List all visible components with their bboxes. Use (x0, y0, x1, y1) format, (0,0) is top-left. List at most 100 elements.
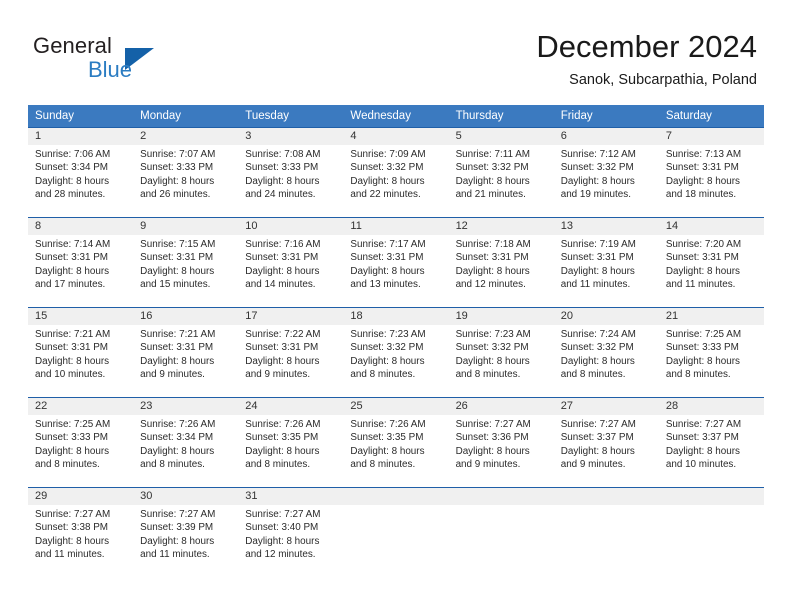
sunset-text: Sunset: 3:33 PM (665, 342, 739, 354)
weekday-header-sunday: Sunday (35, 110, 75, 122)
day-cell[interactable]: 19 Sunrise: 7:23 AM Sunset: 3:32 PM Dayligh… (448, 308, 554, 397)
sunrise-text: Sunrise: 7:19 AM (560, 239, 636, 250)
day-info: Sunrise: 7:13 AM Sunset: 3:31 PM Daylight:… (659, 145, 764, 202)
day-cell[interactable]: 23 Sunrise: 7:26 AM Sunset: 3:34 PM Dayligh… (133, 398, 239, 487)
weekday-header-friday: Friday (560, 110, 593, 122)
day-number: 1 (28, 128, 134, 145)
daylight-text-line2: and 8 minutes. (350, 459, 416, 471)
sunrise-text: Sunrise: 7:08 AM (245, 149, 321, 160)
daylight-text-line2: and 8 minutes. (140, 459, 205, 471)
sunset-text: Sunset: 3:34 PM (35, 162, 109, 174)
day-cell[interactable]: 3 Sunrise: 7:08 AM Sunset: 3:33 PM Daylight… (238, 128, 344, 217)
day-cell[interactable]: 7 Sunrise: 7:13 AM Sunset: 3:31 PM Daylight… (658, 128, 764, 217)
daylight-text-line2: and 17 minutes. (35, 279, 106, 291)
day-cell[interactable]: 29 Sunrise: 7:27 AM Sunset: 3:38 PM Dayligh… (28, 488, 134, 577)
sunrise-text: Sunrise: 7:09 AM (350, 149, 426, 160)
daylight-text-line1: Daylight: 8 hours (560, 175, 635, 187)
day-cell[interactable]: 8 Sunrise: 7:14 AM Sunset: 3:31 PM Daylight… (28, 218, 134, 307)
day-info: Sunrise: 7:19 AM Sunset: 3:31 PM Daylight:… (554, 235, 659, 292)
sunrise-text: Sunrise: 7:21 AM (35, 329, 111, 340)
daylight-text-line1: Daylight: 8 hours (140, 445, 215, 457)
day-cell[interactable]: 15 Sunrise: 7:21 AM Sunset: 3:31 PM Dayligh… (28, 308, 134, 397)
day-cell[interactable]: 20 Sunrise: 7:24 AM Sunset: 3:32 PM Dayligh… (553, 308, 659, 397)
day-cell[interactable]: 9 Sunrise: 7:15 AM Sunset: 3:31 PM Daylight… (133, 218, 239, 307)
day-info: Sunrise: 7:27 AM Sunset: 3:37 PM Daylight:… (659, 415, 764, 472)
day-cell[interactable]: 17 Sunrise: 7:22 AM Sunset: 3:31 PM Dayligh… (238, 308, 344, 397)
day-cell[interactable]: 10 Sunrise: 7:16 AM Sunset: 3:31 PM Dayligh… (238, 218, 344, 307)
daylight-text-line1: Daylight: 8 hours (245, 175, 320, 187)
day-cell[interactable]: 12 Sunrise: 7:18 AM Sunset: 3:31 PM Dayligh… (448, 218, 554, 307)
daylight-text-line1: Daylight: 8 hours (560, 265, 635, 277)
day-info: Sunrise: 7:26 AM Sunset: 3:35 PM Daylight:… (238, 415, 343, 472)
day-cell[interactable]: 6 Sunrise: 7:12 AM Sunset: 3:32 PM Daylight… (553, 128, 659, 217)
sunset-text: Sunset: 3:38 PM (35, 522, 109, 534)
sunset-text: Sunset: 3:31 PM (35, 342, 109, 354)
sunrise-text: Sunrise: 7:14 AM (35, 239, 111, 250)
calendar-week-row: 8 Sunrise: 7:14 AM Sunset: 3:31 PM Daylight… (28, 217, 764, 307)
sunrise-text: Sunrise: 7:12 AM (560, 149, 636, 160)
sunrise-text: Sunrise: 7:13 AM (665, 149, 742, 160)
day-cell[interactable]: 26 Sunrise: 7:27 AM Sunset: 3:36 PM Dayligh… (448, 398, 554, 487)
day-cell[interactable]: 14 Sunrise: 7:20 AM Sunset: 3:31 PM Dayligh… (658, 218, 764, 307)
day-cell[interactable]: 30 Sunrise: 7:27 AM Sunset: 3:39 PM Dayligh… (133, 488, 239, 577)
location-subtitle: Sanok, Subcarpathia, Poland (569, 72, 757, 88)
daylight-text-line1: Daylight: 8 hours (35, 175, 110, 187)
day-cell[interactable]: 28 Sunrise: 7:27 AM Sunset: 3:37 PM Dayligh… (658, 398, 764, 487)
daylight-text-line2: and 22 minutes. (350, 189, 421, 201)
sunrise-text: Sunrise: 7:15 AM (140, 239, 216, 250)
daylight-text-line1: Daylight: 8 hours (350, 445, 425, 457)
sunrise-text: Sunrise: 7:27 AM (35, 509, 111, 520)
sunset-text: Sunset: 3:32 PM (560, 162, 634, 174)
day-number (448, 488, 554, 505)
day-cell[interactable]: 4 Sunrise: 7:09 AM Sunset: 3:32 PM Daylight… (343, 128, 449, 217)
sunrise-text: Sunrise: 7:25 AM (35, 419, 111, 430)
day-cell[interactable]: 18 Sunrise: 7:23 AM Sunset: 3:32 PM Dayligh… (343, 308, 449, 397)
generalblue-logo[interactable]: General Blue (33, 33, 213, 85)
day-number: 30 (133, 488, 239, 505)
weekday-header-thursday: Thursday (455, 110, 504, 122)
day-cell[interactable]: 24 Sunrise: 7:26 AM Sunset: 3:35 PM Dayligh… (238, 398, 344, 487)
daylight-text-line1: Daylight: 8 hours (35, 355, 110, 367)
daylight-text-line2: and 8 minutes. (665, 369, 731, 381)
daylight-text-line1: Daylight: 8 hours (140, 265, 215, 277)
daylight-text-line1: Daylight: 8 hours (35, 265, 110, 277)
daylight-text-line2: and 11 minutes. (35, 549, 105, 561)
day-info: Sunrise: 7:27 AM Sunset: 3:38 PM Daylight:… (28, 505, 133, 562)
day-cell[interactable]: 22 Sunrise: 7:25 AM Sunset: 3:33 PM Dayligh… (28, 398, 134, 487)
daylight-text-line2: and 9 minutes. (140, 369, 205, 381)
day-cell[interactable]: 31 Sunrise: 7:27 AM Sunset: 3:40 PM Dayligh… (238, 488, 344, 577)
daylight-text-line1: Daylight: 8 hours (455, 265, 530, 277)
sunset-text: Sunset: 3:36 PM (455, 432, 529, 444)
daylight-text-line2: and 9 minutes. (455, 459, 521, 471)
calendar-week-row: 1 Sunrise: 7:06 AM Sunset: 3:34 PM Daylight… (28, 127, 764, 217)
daylight-text-line2: and 10 minutes. (35, 369, 106, 381)
daylight-text-line2: and 12 minutes. (455, 279, 526, 291)
day-number (343, 488, 449, 505)
day-cell[interactable]: 27 Sunrise: 7:27 AM Sunset: 3:37 PM Dayligh… (553, 398, 659, 487)
day-number: 28 (658, 398, 764, 415)
day-number: 14 (658, 218, 764, 235)
day-cell[interactable]: 25 Sunrise: 7:26 AM Sunset: 3:35 PM Dayligh… (343, 398, 449, 487)
day-cell[interactable]: 2 Sunrise: 7:07 AM Sunset: 3:33 PM Daylight… (133, 128, 239, 217)
sunrise-text: Sunrise: 7:11 AM (455, 149, 531, 160)
day-cell[interactable]: 16 Sunrise: 7:21 AM Sunset: 3:31 PM Dayligh… (133, 308, 239, 397)
day-number: 13 (553, 218, 659, 235)
daylight-text-line1: Daylight: 8 hours (665, 175, 740, 187)
sunset-text: Sunset: 3:31 PM (245, 342, 319, 354)
sunset-text: Sunset: 3:32 PM (350, 342, 424, 354)
day-cell-empty (553, 488, 659, 577)
day-number: 18 (343, 308, 449, 325)
day-info: Sunrise: 7:18 AM Sunset: 3:31 PM Daylight:… (449, 235, 554, 292)
day-cell[interactable]: 13 Sunrise: 7:19 AM Sunset: 3:31 PM Dayligh… (553, 218, 659, 307)
day-info: Sunrise: 7:06 AM Sunset: 3:34 PM Daylight:… (28, 145, 133, 202)
sunrise-text: Sunrise: 7:16 AM (245, 239, 321, 250)
day-cell[interactable]: 11 Sunrise: 7:17 AM Sunset: 3:31 PM Dayligh… (343, 218, 449, 307)
sunset-text: Sunset: 3:37 PM (665, 432, 739, 444)
day-cell[interactable]: 21 Sunrise: 7:25 AM Sunset: 3:33 PM Dayligh… (658, 308, 764, 397)
sunset-text: Sunset: 3:33 PM (140, 162, 214, 174)
day-cell[interactable]: 1 Sunrise: 7:06 AM Sunset: 3:34 PM Daylight… (28, 128, 134, 217)
daylight-text-line1: Daylight: 8 hours (665, 265, 740, 277)
day-info: Sunrise: 7:21 AM Sunset: 3:31 PM Daylight:… (133, 325, 238, 382)
day-info: Sunrise: 7:26 AM Sunset: 3:35 PM Daylight:… (343, 415, 448, 472)
day-cell[interactable]: 5 Sunrise: 7:11 AM Sunset: 3:32 PM Daylight… (448, 128, 554, 217)
